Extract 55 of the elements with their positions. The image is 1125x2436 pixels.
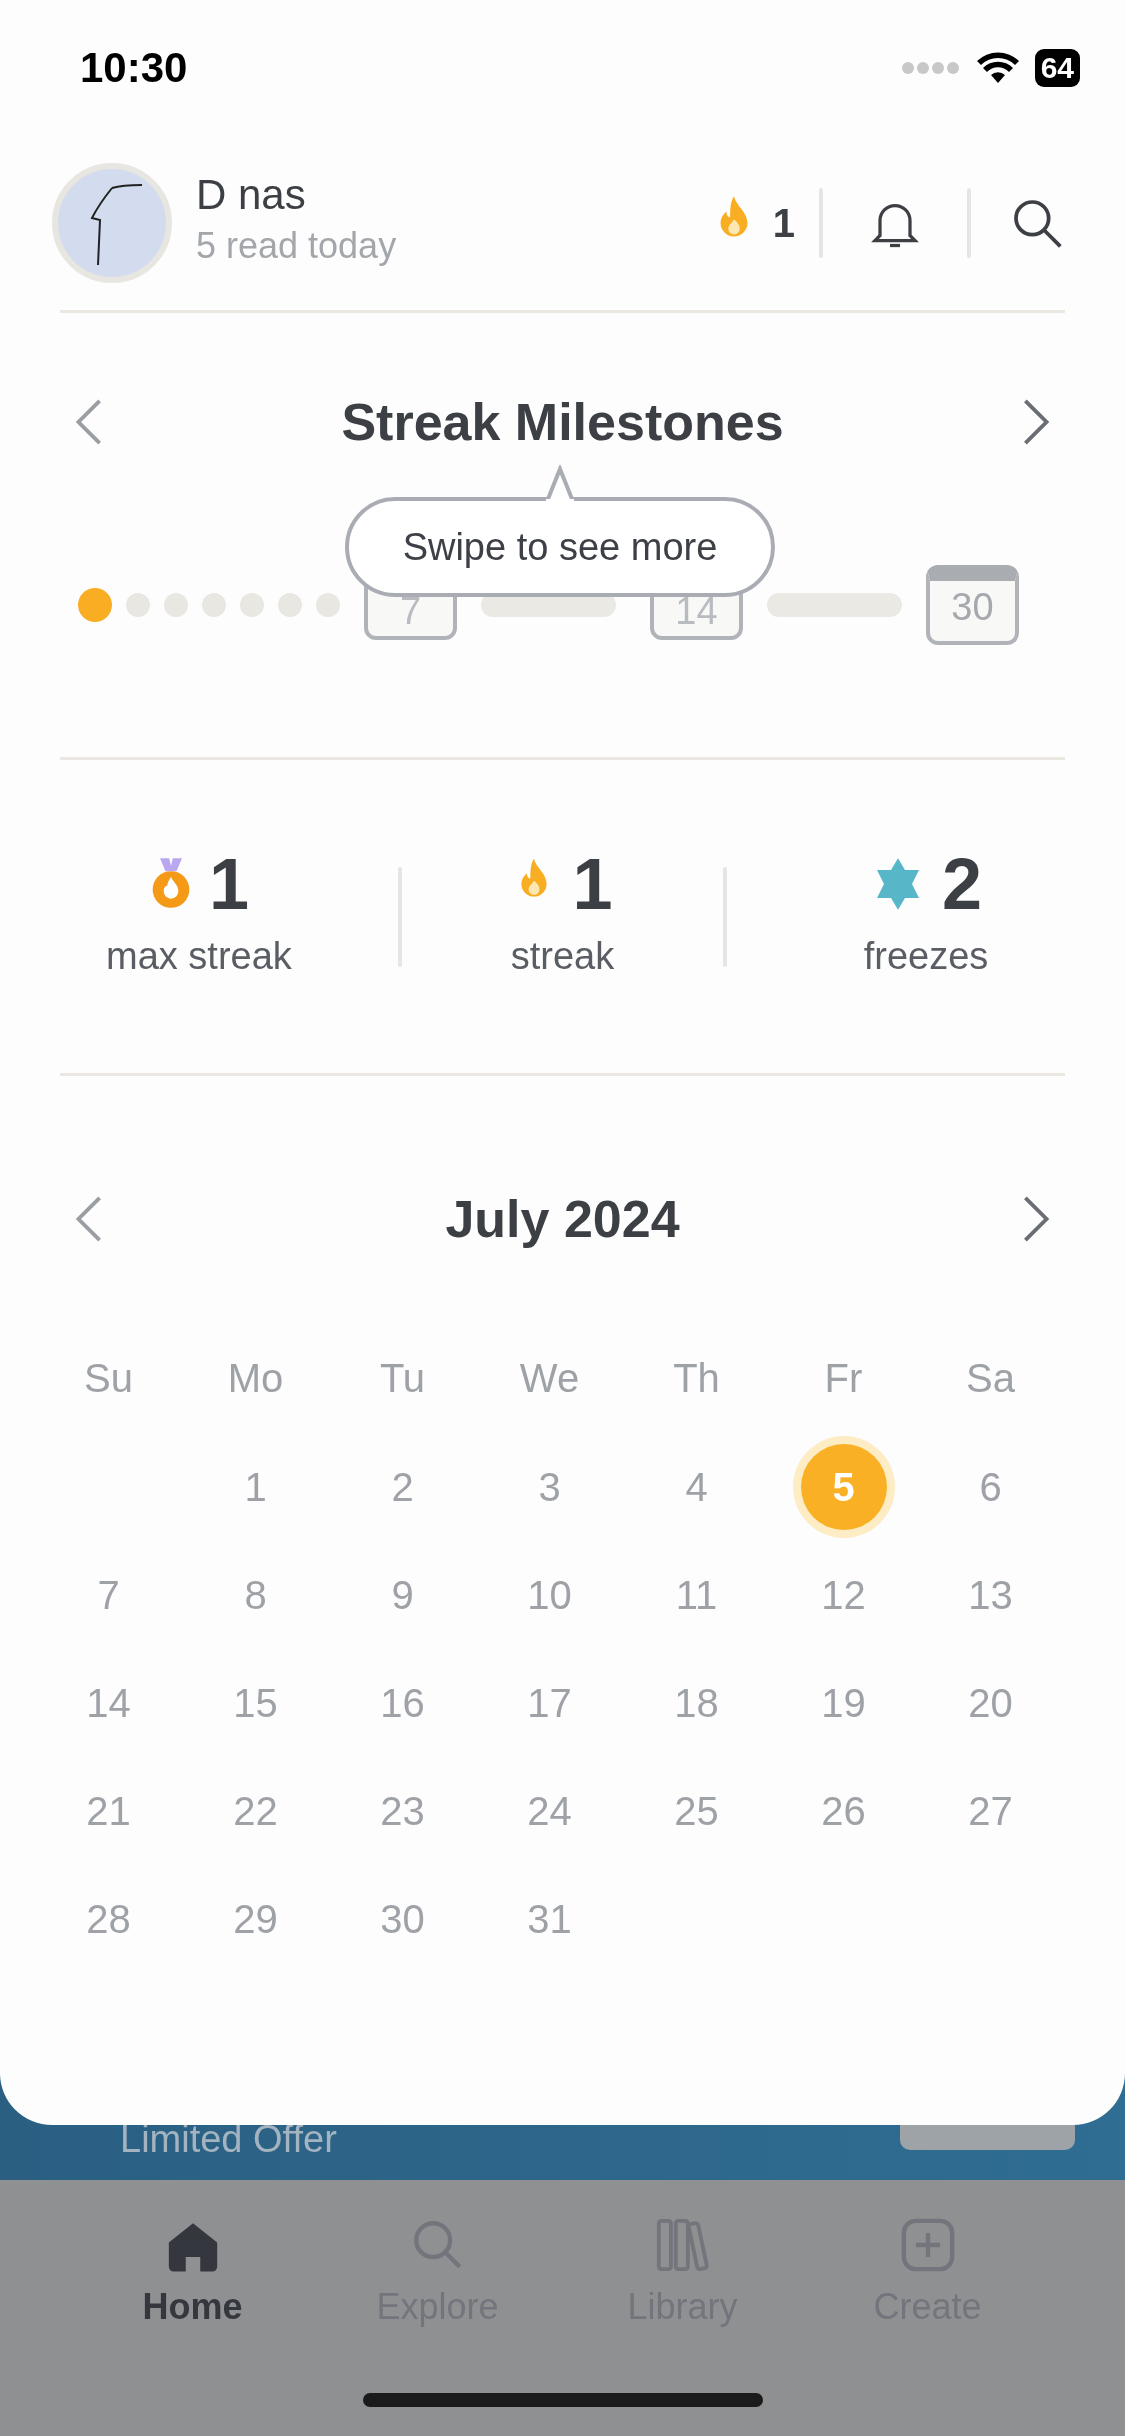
user-name: D nas [196,172,307,219]
calendar-day[interactable]: 10 [527,1565,572,1625]
signal-icon [900,60,961,75]
weekday-label: Sa [965,1355,1016,1402]
calendar-day[interactable]: 28 [86,1889,131,1949]
weekday-label: Fr [823,1355,864,1402]
calendar-day[interactable]: 9 [391,1565,414,1625]
calendar-day[interactable]: 1 [244,1457,267,1517]
calendar-day[interactable]: 15 [233,1673,278,1733]
calendar-day[interactable]: 30 [380,1889,425,1949]
calendar-day[interactable]: 20 [968,1673,1013,1733]
stat-label: freezes [863,934,989,979]
weekday-label: We [518,1355,581,1402]
calendar-day[interactable]: 16 [380,1673,425,1733]
calendar-day[interactable]: 21 [86,1781,131,1841]
stat-value: 2 [942,848,983,920]
tab-item[interactable]: Home [70,2215,315,2335]
calendar-day[interactable]: 24 [527,1781,572,1841]
weekday-label: Su [83,1355,134,1402]
milestone-calendar: 30 [926,565,1019,645]
calendar-day[interactable]: 4 [685,1457,708,1517]
calendar-day[interactable]: 23 [380,1781,425,1841]
read-count: 5 read today [196,223,398,268]
status-time: 10:30 [80,43,188,93]
section-title: Streak Milestones [341,392,784,453]
calendar-day[interactable]: 18 [674,1673,719,1733]
calendar-day[interactable]: 2 [391,1457,414,1517]
calendar-day[interactable]: 7 [97,1565,120,1625]
month-title: July 2024 [445,1189,680,1250]
stat-value: 1 [572,848,613,920]
wifi-icon [976,51,1019,84]
calendar-day[interactable]: 12 [821,1565,866,1625]
stat-label: max streak [106,934,292,979]
calendar-day[interactable]: 19 [821,1673,866,1733]
weekday-label: Tu [378,1355,427,1402]
calendar-day[interactable]: 26 [821,1781,866,1841]
calendar-day[interactable]: 27 [968,1781,1013,1841]
calendar-day[interactable]: 14 [86,1673,131,1733]
calendar-day[interactable]: 31 [527,1889,572,1949]
calendar-day[interactable]: 8 [244,1565,267,1625]
banner-title: Limited Offer [120,2118,337,2160]
streak-count: 1 [772,199,795,247]
calendar-day[interactable]: 6 [979,1457,1002,1517]
calendar-day[interactable]: 3 [538,1457,561,1517]
calendar-day[interactable]: 11 [675,1565,718,1625]
weekday-label: Th [672,1355,721,1402]
calendar-day[interactable]: 22 [233,1781,278,1841]
stat-label: streak [510,934,615,979]
calendar-day[interactable]: 29 [233,1889,278,1949]
stat-value: 1 [208,848,249,920]
weekday-label: Mo [226,1355,285,1402]
calendar-day[interactable]: 25 [674,1781,719,1841]
battery-level: 64 [1034,48,1080,87]
calendar-day[interactable]: 17 [527,1673,572,1733]
calendar-day[interactable]: 13 [968,1565,1013,1625]
